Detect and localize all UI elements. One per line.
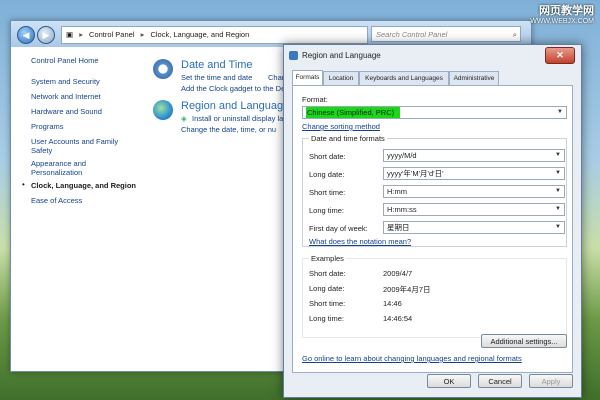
region-language-dialog: Region and Language ✕ Formats Location K… xyxy=(283,44,582,398)
chevron-down-icon: ▼ xyxy=(555,206,561,212)
field-label: Short time: xyxy=(309,188,346,197)
date-time-formats-group: Date and time formats Short date: yyyy/M… xyxy=(302,134,567,247)
long-time-select[interactable]: H:mm:ss ▼ xyxy=(383,203,565,216)
field-value: 星期日 xyxy=(387,223,410,232)
sidebar-item-system-security[interactable]: System and Security xyxy=(31,77,136,86)
chevron-down-icon: ▼ xyxy=(555,152,561,158)
example-label: Short date: xyxy=(309,269,346,278)
format-selected-value: Chinese (Simplified, PRC) xyxy=(306,107,401,118)
globe-icon xyxy=(153,100,173,120)
tab-location[interactable]: Location xyxy=(323,71,359,85)
example-value: 2009年4月7日 xyxy=(383,285,431,294)
sidebar-item-hardware[interactable]: Hardware and Sound xyxy=(31,107,136,116)
sidebar-item-home[interactable]: Control Panel Home xyxy=(31,56,136,65)
search-input[interactable]: Search Control Panel ⌕ xyxy=(371,26,521,42)
field-label: First day of week: xyxy=(309,224,368,233)
ok-button[interactable]: OK xyxy=(427,374,471,388)
example-label: Long date: xyxy=(309,284,345,293)
forward-button[interactable]: ▶ xyxy=(37,26,55,44)
formats-panel: Format: Chinese (Simplified, PRC) ▼ Chan… xyxy=(292,85,573,373)
breadcrumb-clock-language-region[interactable]: Clock, Language, and Region xyxy=(150,30,249,39)
clock-icon xyxy=(153,59,173,79)
sidebar-item-ease-of-access[interactable]: Ease of Access xyxy=(31,196,136,205)
apply-button[interactable]: Apply xyxy=(529,374,573,388)
example-label: Long time: xyxy=(309,314,345,323)
breadcrumb-separator: ▸ xyxy=(79,30,83,39)
examples-title: Examples xyxy=(309,254,346,263)
group-title: Date and time formats xyxy=(309,134,387,143)
region-and-language-title[interactable]: Region and Language xyxy=(181,100,289,112)
long-date-select[interactable]: yyyy'年'M'月'd'日' ▼ xyxy=(383,167,565,180)
example-value: 2009/4/7 xyxy=(383,269,413,278)
sidebar-item-appearance[interactable]: Appearance and Personalization xyxy=(31,159,136,177)
region-globe-icon xyxy=(289,51,298,60)
watermark-title: 网页教学网 xyxy=(539,5,594,17)
breadcrumb-control-panel[interactable]: Control Panel xyxy=(89,30,134,39)
format-label: Format: xyxy=(302,95,328,104)
chevron-down-icon: ▼ xyxy=(555,170,561,176)
example-value: 14:46 xyxy=(383,299,402,308)
current-item-bullet: • xyxy=(22,180,25,189)
install-display-language-link[interactable]: Install or uninstall display la xyxy=(192,114,283,123)
chevron-down-icon: ▼ xyxy=(557,109,563,115)
sidebar-item-network[interactable]: Network and Internet xyxy=(31,92,136,101)
examples-group: Examples Short date: 2009/4/7 Long date:… xyxy=(302,254,567,338)
field-label: Short date: xyxy=(309,152,346,161)
example-value: 14:46:54 xyxy=(383,314,413,323)
breadcrumb-separator: ▸ xyxy=(140,30,145,39)
control-panel-icon: ▣ xyxy=(66,30,74,39)
learn-online-link[interactable]: Go online to learn about changing langua… xyxy=(302,354,522,363)
additional-settings-button[interactable]: Additional settings... xyxy=(481,334,567,348)
field-label: Long date: xyxy=(309,170,345,179)
field-label: Long time: xyxy=(309,206,345,215)
close-button[interactable]: ✕ xyxy=(545,47,575,64)
watermark-url: WWW.WEBJX.COM xyxy=(530,18,594,25)
cancel-button[interactable]: Cancel xyxy=(478,374,522,388)
notation-help-link[interactable]: What does the notation mean? xyxy=(309,237,411,246)
field-value: yyyy/M/d xyxy=(387,151,417,160)
short-date-select[interactable]: yyyy/M/d ▼ xyxy=(383,149,565,162)
shield-icon: ◈ xyxy=(181,114,187,123)
date-and-time-title[interactable]: Date and Time xyxy=(181,59,253,71)
back-button[interactable]: ◀ xyxy=(17,26,35,44)
tab-administrative[interactable]: Administrative xyxy=(449,71,499,85)
dialog-title: Region and Language xyxy=(302,51,381,60)
sidebar-item-user-accounts[interactable]: User Accounts and Family Safety xyxy=(31,137,136,155)
example-label: Short time: xyxy=(309,299,346,308)
tab-formats[interactable]: Formats xyxy=(292,70,323,85)
sidebar-item-programs[interactable]: Programs xyxy=(31,122,136,131)
address-bar[interactable]: ▣ ▸ Control Panel ▸ Clock, Language, and… xyxy=(61,26,368,44)
field-value: yyyy'年'M'月'd'日' xyxy=(387,169,444,178)
sidebar: Control Panel Home System and Security N… xyxy=(11,47,141,371)
field-value: H:mm xyxy=(387,187,407,196)
first-day-of-week-select[interactable]: 星期日 ▼ xyxy=(383,221,565,234)
tab-keyboards-languages[interactable]: Keyboards and Languages xyxy=(359,71,449,85)
change-sorting-link[interactable]: Change sorting method xyxy=(302,122,380,131)
chevron-down-icon: ▼ xyxy=(555,224,561,230)
search-icon[interactable]: ⌕ xyxy=(513,27,517,43)
sidebar-item-clock-language-region[interactable]: Clock, Language, and Region xyxy=(31,181,136,190)
set-time-date-link[interactable]: Set the time and date xyxy=(181,73,252,82)
format-select[interactable]: Chinese (Simplified, PRC) ▼ xyxy=(302,106,567,119)
chevron-down-icon: ▼ xyxy=(555,188,561,194)
short-time-select[interactable]: H:mm ▼ xyxy=(383,185,565,198)
site-watermark: 网页教学网 WWW.WEBJX.COM xyxy=(530,2,594,25)
field-value: H:mm:ss xyxy=(387,205,417,214)
change-date-number-formats-link[interactable]: Change the date, time, or nu xyxy=(181,125,276,134)
search-placeholder: Search Control Panel xyxy=(376,30,448,39)
